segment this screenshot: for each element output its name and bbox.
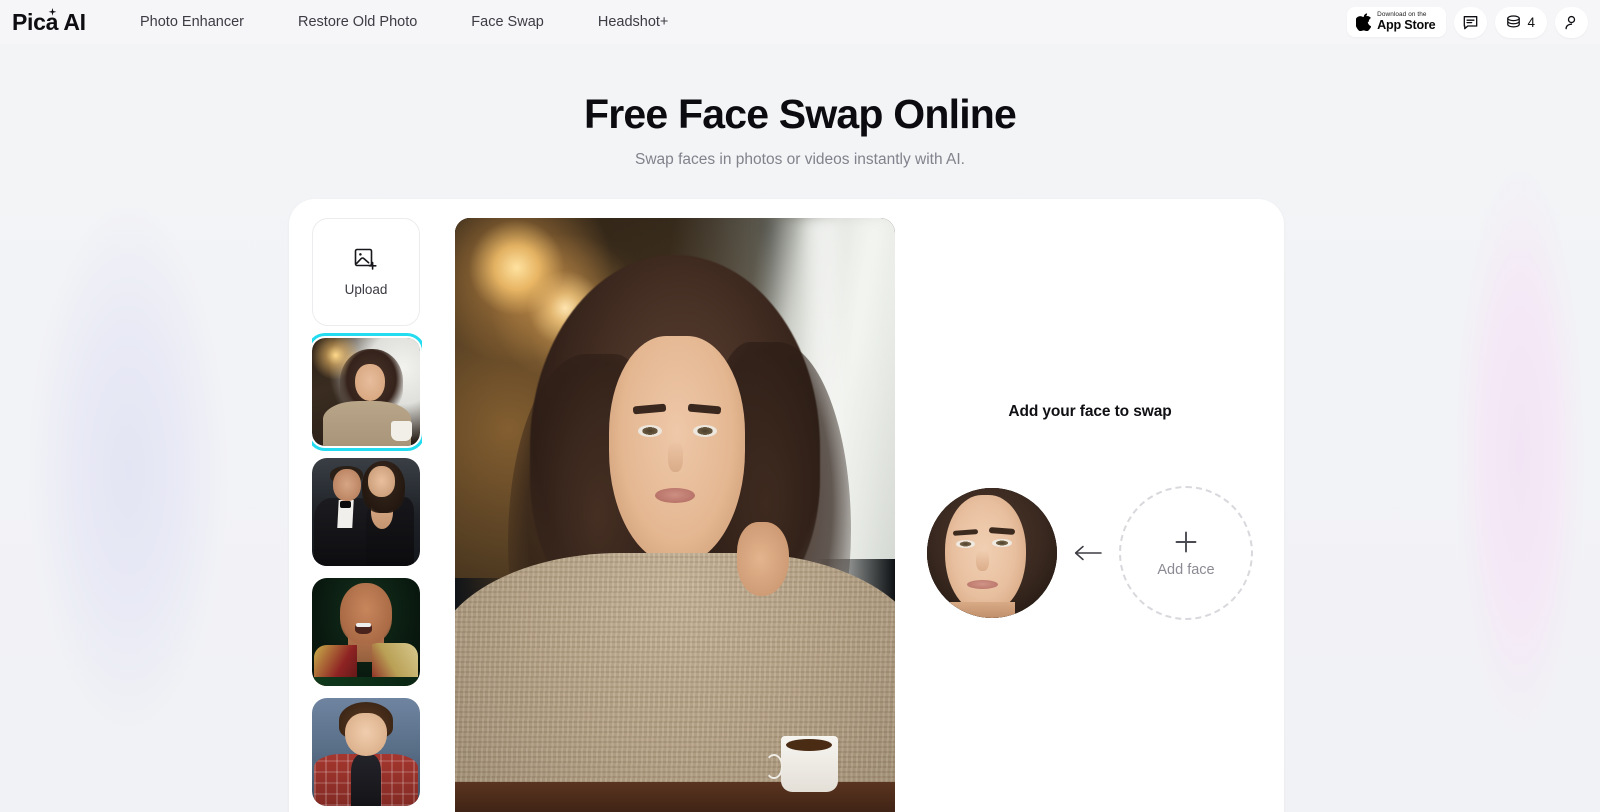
top-header: Pica AI Photo Enhancer Restore Old Photo… [0, 0, 1600, 44]
nav-item-headshot-plus[interactable]: Headshot+ [598, 14, 669, 30]
credits-count: 4 [1527, 14, 1535, 30]
sparkle-icon [48, 8, 57, 16]
preview-eye-right [692, 425, 717, 437]
app-store-button[interactable]: Download on the App Store [1347, 7, 1447, 37]
preview-mug-handle [765, 754, 783, 780]
source-face-nose [976, 550, 990, 572]
thumbnail-art [312, 578, 420, 686]
preview-coffee-mug [780, 735, 838, 792]
preview-lips [655, 488, 695, 504]
thumbnail-woman-in-cafe[interactable] [312, 333, 422, 451]
nav-item-face-swap[interactable]: Face Swap [471, 14, 544, 30]
source-face-eye-right [992, 539, 1012, 548]
thumbnail-art [312, 338, 420, 446]
add-face-button[interactable]: Add face [1119, 486, 1253, 620]
app-store-big-label: App Store [1377, 18, 1436, 33]
feedback-button[interactable] [1454, 6, 1488, 38]
thumbnail-image [312, 578, 420, 686]
thumbnail-image [312, 458, 420, 566]
account-button[interactable] [1555, 6, 1588, 38]
source-image-rail: Upload [312, 218, 422, 812]
apple-icon [1356, 13, 1372, 31]
nav-item-photo-enhancer[interactable]: Photo Enhancer [140, 14, 244, 30]
source-face-thumbnail[interactable] [927, 488, 1057, 618]
source-face-eye-left [955, 540, 976, 548]
thumbnail-image [312, 698, 420, 806]
preview-nose [667, 441, 684, 473]
hero-section: Free Face Swap Online Swap faces in phot… [0, 91, 1600, 169]
image-add-icon [354, 248, 377, 270]
swap-direction-arrow [1057, 544, 1119, 562]
add-face-label: Add face [1157, 561, 1215, 578]
thumbnail-teen-boy[interactable] [312, 698, 420, 806]
page-subtitle: Swap faces in photos or videos instantly… [635, 151, 965, 169]
upload-button[interactable]: Upload [312, 218, 420, 326]
thumbnail-art [312, 458, 420, 566]
panel-title: Add your face to swap [1008, 403, 1172, 420]
thumbnail-wrestler[interactable] [312, 578, 420, 686]
header-actions: Download on the App Store 4 [1347, 6, 1588, 38]
thumbnail-image [312, 338, 420, 446]
thumbnail-art [312, 698, 420, 806]
arrow-left-icon [1074, 545, 1102, 561]
brand-logo[interactable]: Pica AI [12, 8, 86, 36]
preview-image[interactable] [455, 218, 895, 812]
workspace-card: Upload Add your face to swap Add face [289, 199, 1284, 812]
page-title: Free Face Swap Online [583, 91, 1017, 137]
main-nav: Photo Enhancer Restore Old Photo Face Sw… [140, 0, 722, 44]
credits-button[interactable]: 4 [1495, 6, 1547, 38]
coins-stack-icon [1507, 14, 1521, 27]
upload-label: Upload [344, 282, 388, 297]
thumbnail-couple-formalwear[interactable] [312, 458, 420, 566]
source-face-neck [950, 602, 1016, 618]
face-swap-panel: Add your face to swap Add face [919, 218, 1261, 812]
message-icon [1464, 15, 1478, 29]
plus-icon [1175, 531, 1197, 552]
preview-eye-left [637, 425, 662, 437]
face-swap-row: Add face [927, 486, 1253, 620]
page-root: Pica AI Photo Enhancer Restore Old Photo… [0, 0, 1600, 812]
user-icon [1565, 15, 1576, 29]
nav-item-restore-old-photo[interactable]: Restore Old Photo [298, 14, 417, 30]
